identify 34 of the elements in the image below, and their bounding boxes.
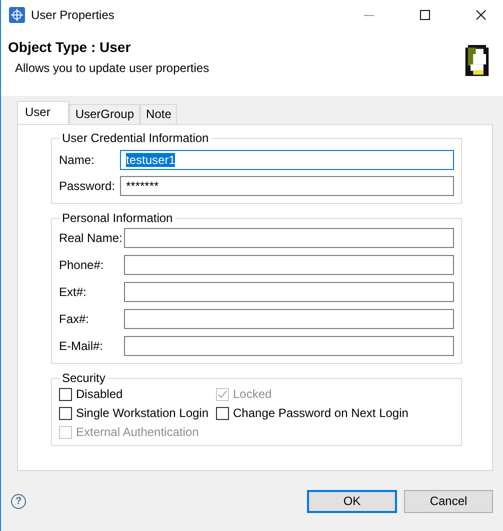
field-label: Ext#: [59, 285, 88, 299]
tab[interactable]: UserGroup [69, 104, 140, 124]
user-icon [464, 44, 490, 76]
checkbox[interactable]: Single Workstation Login [59, 406, 216, 420]
field-label: E-Mail#: [59, 339, 104, 353]
group-title: Personal Information [61, 211, 174, 225]
field-label: Name: [59, 153, 96, 167]
field-label: Phone#: [59, 258, 105, 272]
tab[interactable]: Note [140, 104, 178, 124]
dialog-description: Allows you to update user properties [15, 60, 210, 75]
group-title: Security [61, 371, 106, 385]
window-title: User Properties [31, 8, 114, 22]
field-label: Fax#: [59, 312, 90, 326]
dialog-button[interactable]: OK [307, 490, 397, 512]
input-field[interactable]: testuser1 [120, 150, 454, 170]
input-field[interactable]: ******* [120, 176, 454, 196]
input-field[interactable] [124, 336, 454, 356]
input-field[interactable] [124, 255, 454, 275]
help-button[interactable]: ? [11, 494, 26, 508]
group-title: User Credential Information [61, 131, 210, 145]
dialog-button[interactable]: Cancel [404, 490, 493, 512]
close-icon[interactable] [476, 10, 486, 20]
tab[interactable]: User [17, 101, 70, 124]
app-icon [9, 7, 25, 24]
check-icon [217, 388, 228, 400]
checkbox[interactable]: Disabled [59, 387, 216, 401]
maximize-icon[interactable] [420, 10, 430, 20]
field-label: Real Name: [59, 231, 124, 245]
input-field[interactable] [124, 282, 454, 302]
field-label: Password: [59, 179, 116, 193]
input-field[interactable] [124, 228, 454, 248]
input-field[interactable] [124, 309, 454, 329]
dialog-title: Object Type : User [8, 38, 132, 55]
checkbox[interactable]: Change Password on Next Login [216, 406, 454, 420]
